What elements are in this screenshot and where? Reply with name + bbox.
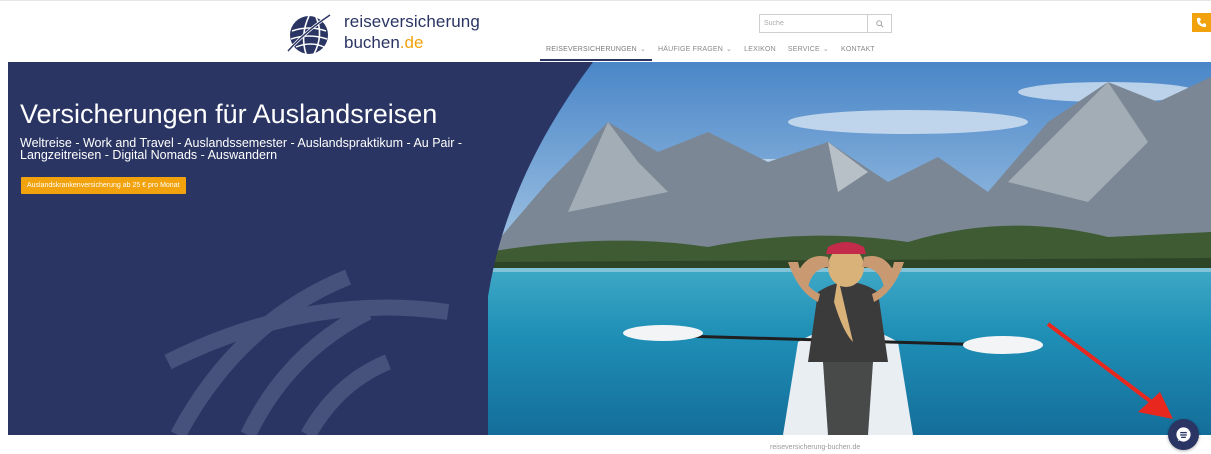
search-icon bbox=[875, 19, 884, 28]
hero-subtitle: Weltreise - Work and Travel - Auslandsse… bbox=[20, 136, 463, 162]
chevron-down-icon: ⌄ bbox=[726, 46, 733, 53]
nav-item-label: HÄUFIGE FRAGEN bbox=[658, 46, 724, 53]
search-box bbox=[759, 14, 892, 33]
hero-banner: Versicherungen für Auslandsreisen Weltre… bbox=[8, 62, 1211, 435]
nav-item-service[interactable]: SERVICE ⌄ bbox=[782, 39, 835, 61]
nav-item-label: REISEVERSICHERUNGEN bbox=[546, 46, 637, 53]
nav-item-haeufige-fragen[interactable]: HÄUFIGE FRAGEN ⌄ bbox=[652, 39, 738, 61]
chevron-down-icon: ⌄ bbox=[822, 46, 829, 53]
nav-item-label: KONTAKT bbox=[840, 46, 875, 53]
logo-text-main: buchen bbox=[344, 33, 400, 52]
nav-item-lexikon[interactable]: LEXIKON bbox=[738, 39, 782, 61]
image-caption: reiseversicherung-buchen.de bbox=[770, 444, 861, 451]
site-logo[interactable]: reiseversicherung buchen.de bbox=[286, 11, 480, 57]
logo-text-line1: reiseversicherung bbox=[344, 12, 480, 31]
logo-text-domain: .de bbox=[399, 33, 424, 52]
phone-icon bbox=[1196, 17, 1207, 28]
nav-item-label: LEXIKON bbox=[744, 46, 776, 53]
chat-icon bbox=[1176, 427, 1191, 442]
site-header: reiseversicherung buchen.de REISEVERSICH… bbox=[0, 0, 1211, 62]
main-nav: REISEVERSICHERUNGEN ⌄ HÄUFIGE FRAGEN ⌄ LEX… bbox=[540, 39, 881, 63]
logo-text-line2: buchen.de bbox=[344, 33, 423, 53]
hero-cta-button[interactable]: Auslandskrankenversicherung ab 25 € pro … bbox=[21, 177, 186, 194]
page: reiseversicherung buchen.de REISEVERSICH… bbox=[0, 0, 1211, 454]
chat-button[interactable] bbox=[1168, 419, 1199, 450]
nav-item-kontakt[interactable]: KONTAKT bbox=[835, 39, 881, 61]
nav-item-reiseversicherungen[interactable]: REISEVERSICHERUNGEN ⌄ bbox=[540, 39, 653, 61]
search-input[interactable] bbox=[760, 15, 868, 32]
chevron-down-icon: ⌄ bbox=[639, 46, 647, 53]
globe-logo-icon bbox=[286, 13, 331, 55]
phone-button[interactable] bbox=[1192, 13, 1211, 32]
hero-title: Versicherungen für Auslandsreisen bbox=[20, 99, 438, 129]
nav-item-label: SERVICE bbox=[787, 46, 820, 53]
search-button[interactable] bbox=[867, 15, 891, 32]
